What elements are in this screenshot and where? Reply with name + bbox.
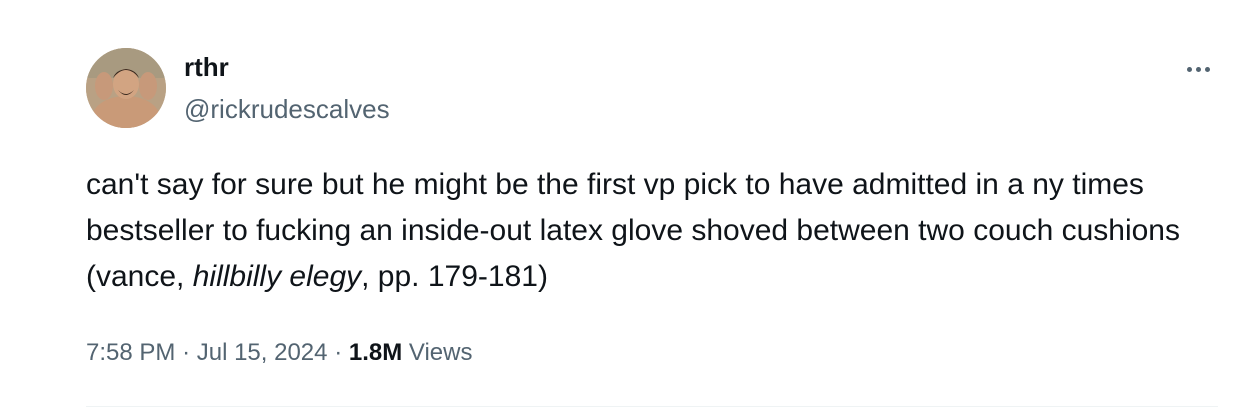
- dot: [1195, 66, 1201, 72]
- timestamp-date[interactable]: Jul 15, 2024: [197, 339, 328, 366]
- dot: [1186, 66, 1192, 72]
- display-name[interactable]: rthr: [184, 52, 229, 82]
- dot: [1204, 66, 1210, 72]
- tweet-text: can't say for sure but he might be the f…: [86, 162, 1216, 300]
- tweet-meta: 7:58 PM · Jul 15, 2024 · 1.8M Views: [86, 338, 472, 368]
- profile-photo-icon: [86, 48, 166, 128]
- tweet-card: rthr @rickrudescalves can't say for sure…: [0, 0, 1256, 412]
- meta-separator: ·: [182, 339, 191, 366]
- views-label: Views: [408, 339, 473, 366]
- user-handle[interactable]: @rickrudescalves: [184, 94, 390, 124]
- timestamp-time[interactable]: 7:58 PM: [86, 339, 175, 366]
- views-count: 1.8M: [348, 339, 403, 366]
- more-options-icon[interactable]: [1178, 56, 1218, 82]
- tweet-text-italic: hillbilly elegy: [192, 260, 362, 293]
- divider: [86, 406, 1218, 407]
- meta-separator: ·: [334, 339, 343, 366]
- tweet-text-part2: , pp. 179-181): [361, 260, 548, 293]
- avatar[interactable]: [86, 48, 166, 128]
